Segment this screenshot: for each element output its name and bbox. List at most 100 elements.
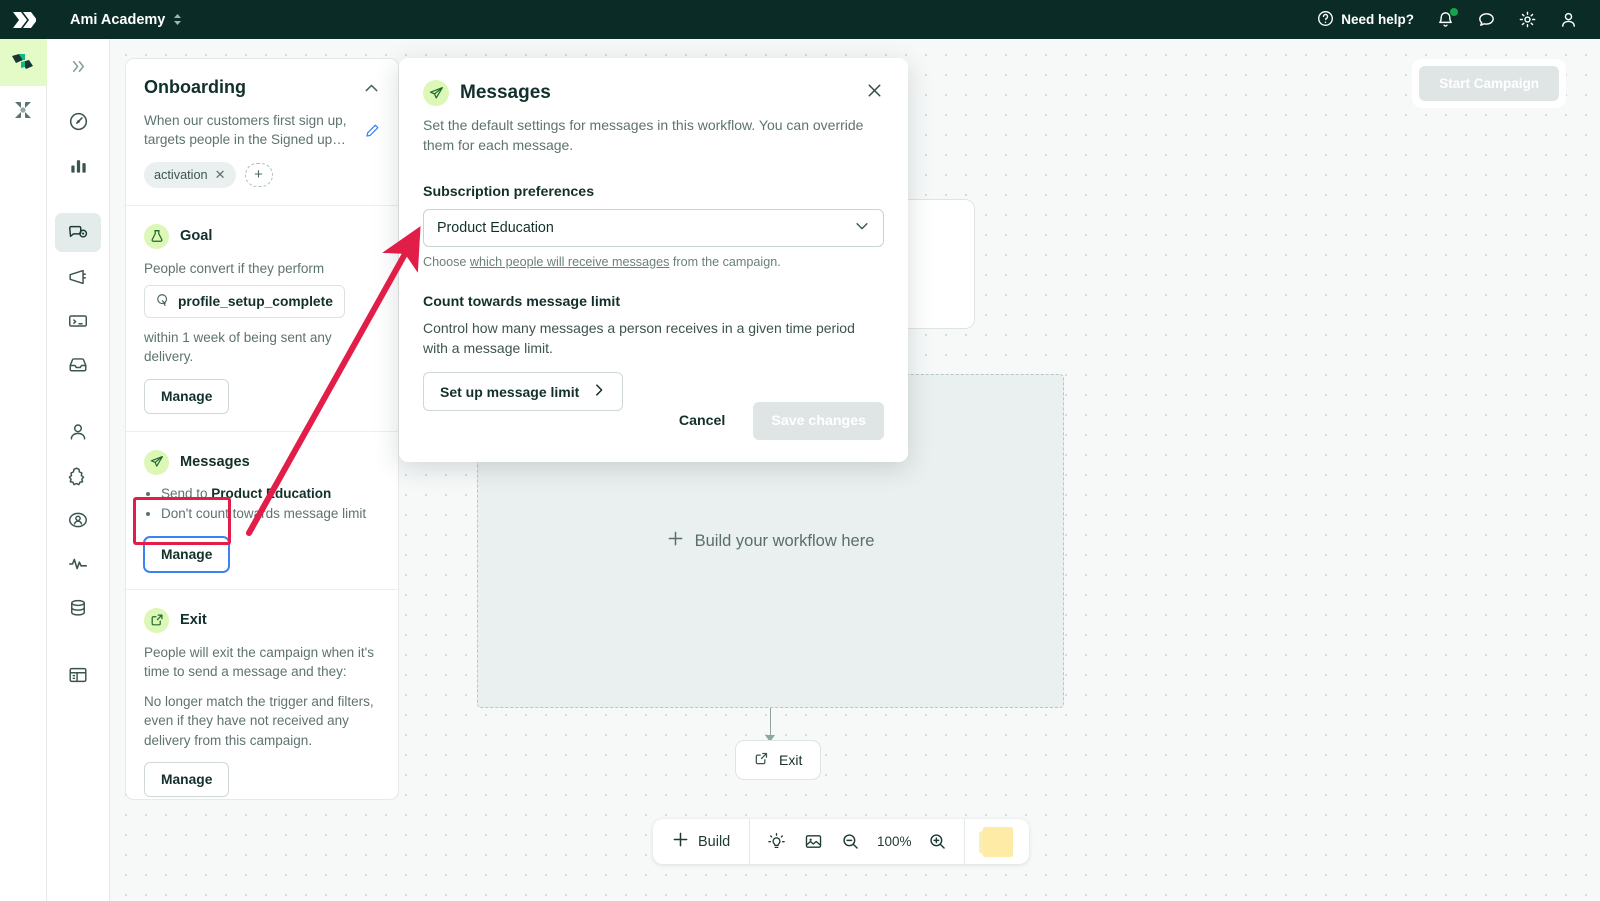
exit-icon bbox=[144, 607, 169, 633]
plus-icon bbox=[672, 831, 689, 852]
panel-header: Onboarding bbox=[144, 77, 380, 102]
zoom-in-icon[interactable] bbox=[925, 832, 950, 851]
goal-event-chip[interactable]: profile_setup_complete bbox=[144, 285, 345, 319]
objects-icon[interactable] bbox=[55, 500, 101, 539]
chat-icon[interactable] bbox=[1477, 10, 1496, 29]
close-icon[interactable]: ✕ bbox=[215, 167, 226, 183]
app-grid-icon[interactable] bbox=[0, 86, 47, 133]
tag-list: activation ✕ + bbox=[144, 161, 380, 188]
sidebar-item-campaigns[interactable] bbox=[55, 213, 101, 252]
analytics-icon[interactable] bbox=[55, 146, 101, 185]
goal-text-after: within 1 week of being sent any delivery… bbox=[144, 330, 332, 365]
workspace-name: Ami Academy bbox=[70, 11, 166, 28]
modal-footer: Cancel Save changes bbox=[665, 402, 884, 440]
people-icon[interactable] bbox=[55, 412, 101, 451]
inbox-icon[interactable] bbox=[55, 345, 101, 384]
exit-paragraph-1: People will exit the campaign when it's … bbox=[144, 644, 374, 680]
set-up-message-limit-button[interactable]: Set up message limit bbox=[423, 372, 624, 412]
exit-icon bbox=[754, 751, 769, 769]
save-changes-button[interactable]: Save changes bbox=[753, 402, 884, 440]
paper-plane-icon bbox=[423, 80, 449, 106]
expand-icon[interactable] bbox=[55, 47, 101, 86]
user-icon[interactable] bbox=[1559, 10, 1578, 29]
customerio-logo[interactable] bbox=[0, 10, 48, 30]
layout-icon[interactable] bbox=[55, 655, 101, 694]
paper-plane-icon bbox=[144, 449, 169, 475]
bullet-prefix: Send to bbox=[161, 485, 212, 501]
campaign-description: When our customers first sign up, target… bbox=[144, 113, 347, 148]
goal-header: Goal bbox=[144, 223, 380, 249]
dropzone-label-group: Build your workflow here bbox=[667, 530, 874, 552]
plus-icon bbox=[667, 530, 684, 552]
terminal-icon[interactable] bbox=[55, 301, 101, 340]
messages-title: Messages bbox=[180, 454, 250, 471]
goal-title: Goal bbox=[180, 228, 213, 245]
chevron-up-icon[interactable] bbox=[363, 80, 380, 102]
workflow-exit-node[interactable]: Exit bbox=[735, 740, 822, 780]
app-customerio[interactable] bbox=[0, 39, 47, 86]
gear-icon[interactable] bbox=[1518, 10, 1537, 29]
bell-icon[interactable] bbox=[1436, 8, 1458, 29]
toolbar-tools-segment: 100% bbox=[750, 819, 964, 864]
help-circle-icon bbox=[1317, 10, 1334, 30]
cancel-button[interactable]: Cancel bbox=[665, 403, 740, 439]
data-icon[interactable] bbox=[55, 588, 101, 627]
chevron-right-icon bbox=[592, 383, 606, 400]
goal-text-before: People convert if they perform bbox=[144, 260, 325, 276]
goal-manage-button[interactable]: Manage bbox=[144, 378, 230, 414]
goal-section: Goal People convert if they perform prof… bbox=[126, 206, 398, 432]
exit-node-label: Exit bbox=[779, 752, 803, 768]
start-campaign-button[interactable]: Start Campaign bbox=[1419, 66, 1559, 101]
exit-title: Exit bbox=[180, 612, 207, 629]
chevron-down-icon bbox=[854, 218, 870, 238]
image-icon[interactable] bbox=[801, 832, 826, 851]
chevron-up-down-icon bbox=[173, 13, 182, 26]
hint-link[interactable]: which people will receive messages bbox=[470, 255, 670, 269]
event-icon bbox=[156, 293, 170, 310]
list-item: Send to Product Education bbox=[161, 484, 380, 503]
limit-button-label: Set up message limit bbox=[440, 383, 580, 400]
pencil-icon[interactable] bbox=[365, 123, 380, 143]
broadcasts-icon[interactable] bbox=[55, 257, 101, 296]
modal-header: Messages bbox=[423, 80, 884, 106]
hint-after: from the campaign. bbox=[669, 254, 781, 269]
need-help-label: Need help? bbox=[1341, 12, 1414, 27]
subscription-selected-value: Product Education bbox=[437, 219, 554, 236]
add-tag-button[interactable]: + bbox=[244, 162, 273, 187]
workspace-switcher[interactable]: Ami Academy bbox=[70, 12, 182, 28]
canvas-toolbar: Build 100% bbox=[653, 819, 1030, 864]
need-help-button[interactable]: Need help? bbox=[1317, 10, 1414, 30]
close-icon[interactable] bbox=[865, 81, 884, 105]
app-root: Ami Academy Need help? Start Campaign Bu… bbox=[0, 0, 1600, 901]
build-label: Build bbox=[698, 833, 731, 850]
build-button[interactable]: Build bbox=[667, 831, 735, 852]
primary-nav-rail bbox=[47, 39, 110, 901]
list-item: Don't count towards message limit bbox=[161, 504, 380, 523]
notification-dot bbox=[1450, 8, 1458, 16]
messages-manage-button[interactable]: Manage bbox=[144, 536, 230, 572]
subscription-preferences-label: Subscription preferences bbox=[423, 183, 595, 200]
message-limit-label: Count towards message limit bbox=[423, 293, 621, 310]
exit-paragraph-2: No longer match the trigger and filters,… bbox=[144, 693, 374, 748]
zoom-out-icon[interactable] bbox=[838, 832, 863, 851]
goal-icon bbox=[144, 223, 169, 249]
exit-section: Exit People will exit the campaign when … bbox=[126, 590, 398, 799]
messages-settings-modal: Messages Set the default settings for me… bbox=[399, 58, 908, 462]
sticky-note-icon[interactable] bbox=[965, 819, 1029, 864]
segments-icon[interactable] bbox=[55, 456, 101, 495]
tag-activation[interactable]: activation ✕ bbox=[144, 161, 236, 188]
dashboard-icon[interactable] bbox=[55, 102, 101, 141]
exit-manage-button[interactable]: Manage bbox=[144, 761, 230, 797]
subscription-preferences-select[interactable]: Product Education bbox=[423, 208, 884, 247]
top-bar: Ami Academy Need help? bbox=[0, 0, 1600, 39]
panel-header-section: Onboarding When our customers first sign… bbox=[126, 59, 398, 206]
lightbulb-icon[interactable] bbox=[764, 832, 789, 851]
hint-before: Choose bbox=[423, 254, 470, 269]
messages-header: Messages bbox=[144, 449, 380, 475]
subscription-hint: Choose which people will receive message… bbox=[423, 255, 884, 269]
activity-icon[interactable] bbox=[55, 544, 101, 583]
campaign-settings-panel: Onboarding When our customers first sign… bbox=[125, 58, 399, 800]
bullet-bold: Product Education bbox=[211, 485, 332, 501]
plus-icon: + bbox=[254, 166, 263, 184]
modal-title: Messages bbox=[460, 82, 551, 103]
